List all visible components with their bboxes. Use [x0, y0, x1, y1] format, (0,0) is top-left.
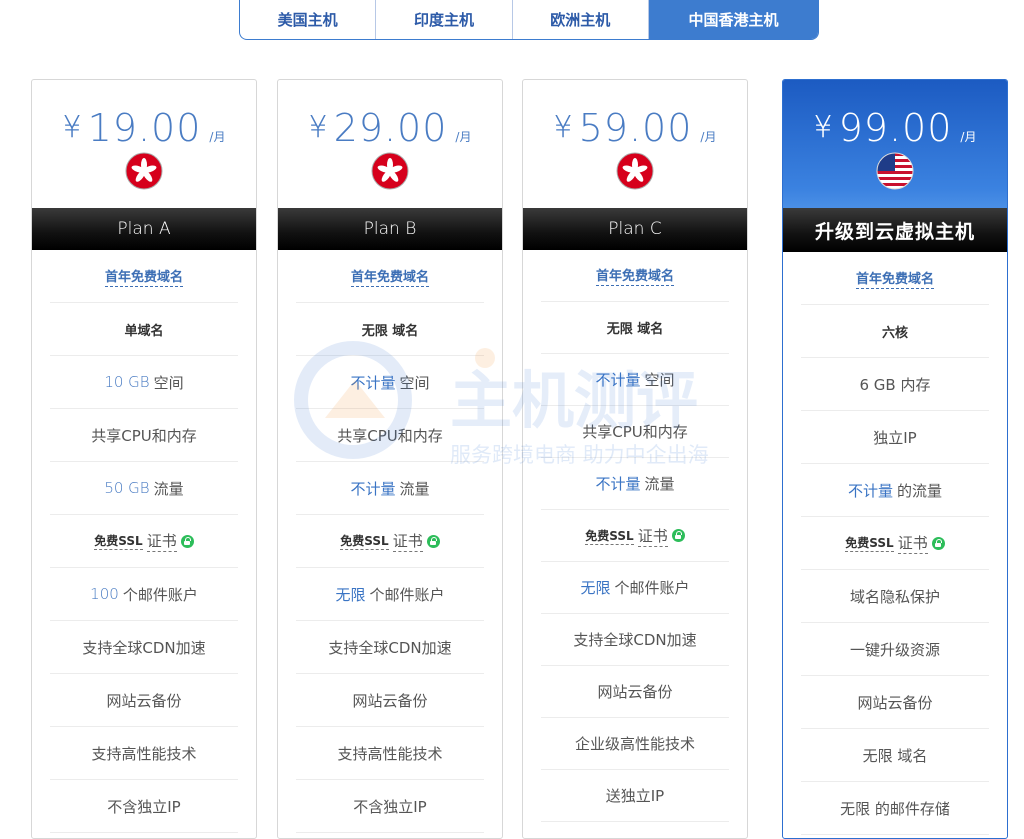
plan-card-c: ¥59.00/月 Plan C 首年免费域名 无限 域名 不计量 空间 共享CPU…: [522, 79, 748, 839]
hong-kong-flag-icon: [371, 152, 409, 190]
price-period: /月: [209, 130, 226, 144]
tab-europe-hosting[interactable]: 欧洲主机: [513, 0, 649, 39]
tab-india-hosting[interactable]: 印度主机: [376, 0, 513, 39]
feature-list: 首年免费域名 六核 6 GB 内存 独立IP 不计量 的流量 免费SSL 证书 域名…: [801, 252, 989, 835]
list-item: 无限 的邮件存储: [801, 782, 989, 835]
tab-hongkong-hosting[interactable]: 中国香港主机: [648, 0, 818, 39]
list-item: 10 GB 空间: [50, 356, 238, 409]
list-item: 六核: [801, 305, 989, 358]
price-amount: 29.00: [333, 106, 448, 150]
list-item: 免费SSL 证书: [50, 515, 238, 568]
list-item: 无限 域名: [296, 303, 484, 356]
list-item: 网站云备份: [801, 676, 989, 729]
plan-name: Plan C: [523, 208, 747, 250]
list-item: 共享CPU和内存: [50, 409, 238, 462]
plan-name: Plan A: [32, 208, 256, 250]
card-header: ¥59.00/月: [523, 80, 747, 208]
plan-card-cloud: ¥99.00/月 升级到云虚拟主机 首年免费域名 六核 6 GB 内存 独立IP…: [782, 79, 1008, 839]
usa-flag-icon: [876, 152, 914, 190]
lock-icon: [671, 529, 685, 542]
region-tabs: 美国主机 印度主机 欧洲主机 中国香港主机: [239, 0, 819, 40]
free-domain-link[interactable]: 首年免费域名: [855, 268, 934, 289]
list-item: 100 个邮件账户: [50, 568, 238, 621]
tab-usa-hosting[interactable]: 美国主机: [240, 0, 377, 39]
feature-list: 首年免费域名 单域名 10 GB 空间 共享CPU和内存 50 GB 流量 免费SS…: [50, 250, 238, 833]
price-amount: 99.00: [838, 106, 953, 150]
list-item: 6 GB 内存: [801, 358, 989, 411]
price: ¥59.00/月: [553, 106, 717, 150]
price-period: /月: [455, 130, 472, 144]
list-item: 首年免费域名: [296, 250, 484, 303]
list-item: 网站云备份: [50, 674, 238, 727]
list-item: 无限 域名: [801, 729, 989, 782]
feature-list: 首年免费域名 无限 域名 不计量 空间 共享CPU和内存 不计量 流量 免费SSL 证…: [541, 250, 729, 822]
list-item: 无限 个邮件账户: [296, 568, 484, 621]
price-amount: 19.00: [87, 106, 202, 150]
lock-icon: [931, 536, 945, 550]
list-item: 免费SSL 证书: [296, 515, 484, 568]
list-item: 共享CPU和内存: [296, 409, 484, 462]
list-item: 不计量 流量: [541, 458, 729, 510]
list-item: 支持高性能技术: [50, 727, 238, 780]
list-item: 企业级高性能技术: [541, 718, 729, 770]
free-domain-link[interactable]: 首年免费域名: [350, 266, 429, 287]
hong-kong-flag-icon: [125, 152, 163, 190]
list-item: 共享CPU和内存: [541, 406, 729, 458]
list-item: 支持全球CDN加速: [50, 621, 238, 674]
list-item: 支持全球CDN加速: [541, 614, 729, 666]
price: ¥19.00/月: [62, 106, 226, 150]
price-period: /月: [700, 130, 717, 144]
list-item: 不计量 空间: [296, 356, 484, 409]
list-item: 首年免费域名: [541, 250, 729, 302]
hong-kong-flag-icon: [616, 152, 654, 190]
price-amount: 59.00: [578, 106, 693, 150]
lock-icon: [426, 534, 440, 548]
card-header: ¥29.00/月: [278, 80, 502, 208]
lock-icon: [180, 534, 194, 548]
list-item: 免费SSL 证书: [801, 517, 989, 570]
free-domain-link[interactable]: 首年免费域名: [104, 266, 183, 287]
list-item: 不含独立IP: [50, 780, 238, 833]
price: ¥29.00/月: [308, 106, 472, 150]
list-item: 不计量 流量: [296, 462, 484, 515]
price: ¥99.00/月: [813, 106, 977, 150]
list-item: 不计量 的流量: [801, 464, 989, 517]
list-item: 首年免费域名: [801, 252, 989, 305]
plan-card-a: ¥19.00/月 Plan A 首年免费域名 单域名 10 GB 空间 共享CPU…: [31, 79, 257, 839]
list-item: 网站云备份: [541, 666, 729, 718]
list-item: 首年免费域名: [50, 250, 238, 303]
list-item: 独立IP: [801, 411, 989, 464]
list-item: 网站云备份: [296, 674, 484, 727]
list-item: 不计量 空间: [541, 354, 729, 406]
card-header: ¥99.00/月: [783, 80, 1007, 208]
plan-card-b: ¥29.00/月 Plan B 首年免费域名 无限 域名 不计量 空间 共享CPU…: [277, 79, 503, 839]
list-item: 支持全球CDN加速: [296, 621, 484, 674]
card-header: ¥19.00/月: [32, 80, 256, 208]
list-item: 域名隐私保护: [801, 570, 989, 623]
list-item: 50 GB 流量: [50, 462, 238, 515]
list-item: 无限 个邮件账户: [541, 562, 729, 614]
list-item: 单域名: [50, 303, 238, 356]
list-item: 送独立IP: [541, 770, 729, 822]
list-item: 一键升级资源: [801, 623, 989, 676]
list-item: 不含独立IP: [296, 780, 484, 833]
list-item: 支持高性能技术: [296, 727, 484, 780]
plan-name: 升级到云虚拟主机: [783, 208, 1007, 252]
free-domain-link[interactable]: 首年免费域名: [595, 265, 674, 286]
list-item: 无限 域名: [541, 302, 729, 354]
list-item: 免费SSL 证书: [541, 510, 729, 562]
price-period: /月: [960, 130, 977, 144]
feature-list: 首年免费域名 无限 域名 不计量 空间 共享CPU和内存 不计量 流量 免费SSL 证…: [296, 250, 484, 833]
plan-name: Plan B: [278, 208, 502, 250]
